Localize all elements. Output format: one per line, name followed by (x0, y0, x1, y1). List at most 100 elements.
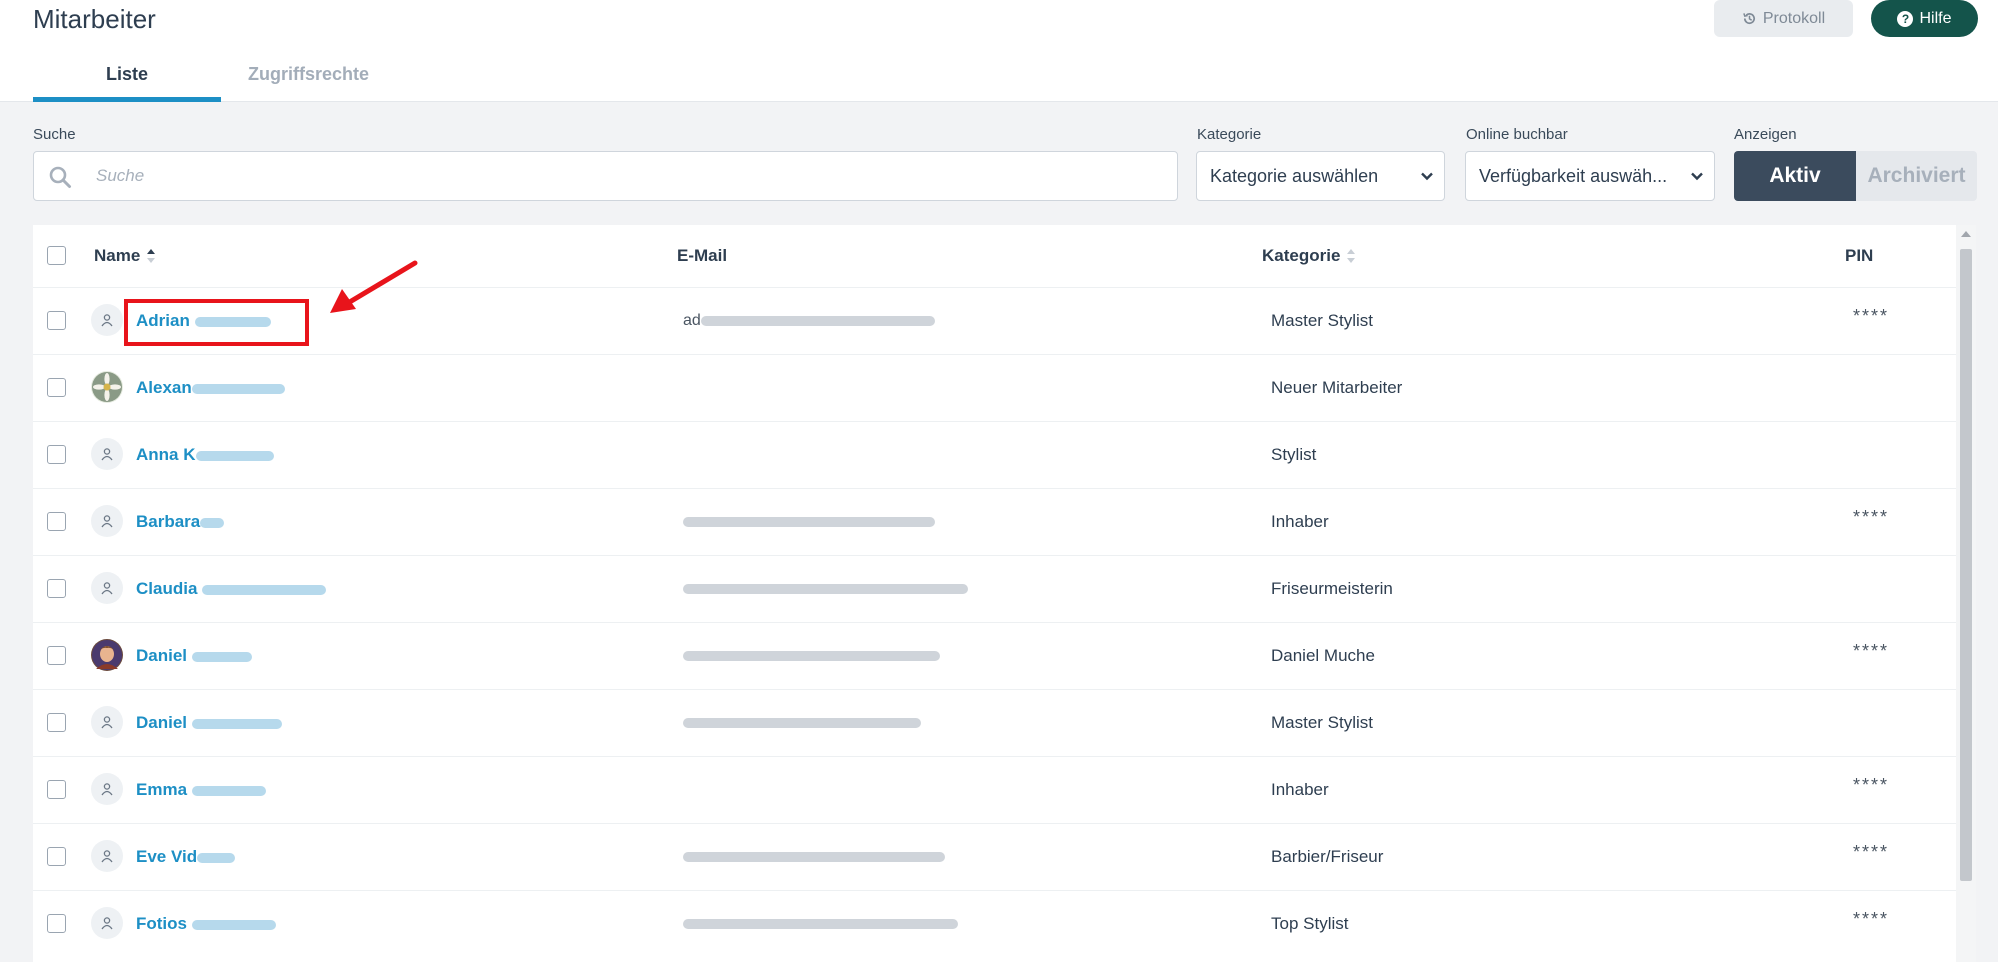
history-icon (1743, 13, 1755, 25)
table-row[interactable]: Alexan Neuer Mitarbeiter (33, 354, 1956, 421)
employee-name-link[interactable]: Alexan (136, 378, 285, 398)
user-icon (101, 850, 113, 863)
row-checkbox[interactable] (47, 579, 66, 598)
redacted-text (191, 651, 252, 662)
user-icon (101, 716, 113, 729)
online-buchbar-select-value: Verfügbarkeit auswäh... (1479, 165, 1668, 186)
column-header-kategorie[interactable]: Kategorie (1262, 246, 1356, 266)
redacted-text (683, 650, 940, 661)
row-checkbox[interactable] (47, 646, 66, 665)
kategorie-select[interactable]: Kategorie auswählen (1196, 151, 1445, 201)
scroll-thumb[interactable] (1960, 249, 1972, 881)
aktiv-toggle-button[interactable]: Aktiv (1734, 151, 1856, 201)
person-photo-icon (92, 640, 122, 670)
search-label: Suche (33, 126, 76, 143)
row-checkbox[interactable] (47, 780, 66, 799)
avatar (91, 840, 123, 872)
employee-name-link[interactable]: Claudia (136, 579, 327, 599)
top-bar: Mitarbeiter Protokoll ? Hilfe Liste Zugr… (0, 0, 1998, 102)
row-checkbox[interactable] (47, 512, 66, 531)
employee-pin: **** (1853, 909, 1890, 929)
employee-name-link[interactable]: Anna K (136, 445, 274, 465)
chevron-down-icon (1691, 172, 1703, 181)
hilfe-label: Hilfe (1919, 9, 1952, 27)
sort-icon (147, 249, 156, 263)
employee-name-link[interactable]: Daniel (136, 646, 252, 666)
table-row[interactable]: Emma Inhaber **** (33, 756, 1956, 823)
redacted-text (197, 852, 236, 863)
redacted-text (683, 516, 935, 527)
employee-name-text: Fotios (136, 914, 187, 933)
online-buchbar-select[interactable]: Verfügbarkeit auswäh... (1465, 151, 1715, 201)
table-row[interactable]: Eve Vid Barbier/Friseur **** (33, 823, 1956, 890)
table-row[interactable]: Fotios Top Stylist **** (33, 890, 1956, 957)
redacted-text (683, 851, 945, 862)
redacted-text (194, 316, 271, 327)
row-checkbox[interactable] (47, 445, 66, 464)
row-checkbox[interactable] (47, 311, 66, 330)
user-icon (101, 783, 113, 796)
employee-name-link[interactable]: Daniel (136, 713, 282, 733)
table-row[interactable]: Daniel Daniel Muche **** (33, 622, 1956, 689)
hilfe-button[interactable]: ? Hilfe (1871, 0, 1978, 37)
user-icon (101, 917, 113, 930)
employee-category: Daniel Muche (1271, 646, 1375, 665)
row-checkbox[interactable] (47, 847, 66, 866)
table-row[interactable]: Claudia Friseurmeisterin (33, 555, 1956, 622)
avatar (91, 572, 123, 604)
employee-table: Name E-Mail Kategorie PIN Adrian ad Mast… (33, 225, 1956, 962)
scroll-up-arrow[interactable] (1961, 231, 1971, 237)
employee-email (683, 513, 935, 531)
avatar (91, 438, 123, 470)
redacted-text (191, 919, 276, 930)
employee-email (683, 647, 940, 665)
employee-pin: **** (1853, 775, 1890, 795)
column-header-kategorie-label: Kategorie (1262, 246, 1341, 265)
table-row[interactable]: Anna K Stylist (33, 421, 1956, 488)
select-all-checkbox[interactable] (47, 246, 66, 265)
protokoll-label: Protokoll (1762, 9, 1826, 27)
archiviert-toggle-button[interactable]: Archiviert (1856, 151, 1977, 201)
employee-name-link[interactable]: Fotios (136, 914, 276, 934)
protokoll-button[interactable]: Protokoll (1714, 0, 1853, 37)
avatar-photo (91, 639, 123, 671)
employee-pin: **** (1853, 842, 1890, 862)
employee-name-text: Alexan (136, 378, 192, 397)
table-row[interactable]: Daniel Master Stylist (33, 689, 1956, 756)
kategorie-select-value: Kategorie auswählen (1210, 165, 1379, 186)
employee-category: Inhaber (1271, 780, 1329, 799)
employee-name-link[interactable]: Emma (136, 780, 266, 800)
question-icon: ? (1897, 10, 1914, 27)
employee-category: Friseurmeisterin (1271, 579, 1393, 598)
search-icon (49, 166, 71, 188)
avatar-photo (91, 371, 123, 403)
redacted-text (191, 718, 282, 729)
tab-liste[interactable]: Liste (33, 64, 221, 85)
column-header-pin: PIN (1845, 246, 1874, 265)
row-checkbox[interactable] (47, 378, 66, 397)
employee-name-link[interactable]: Barbara (136, 512, 225, 532)
redacted-text (195, 450, 274, 461)
row-checkbox[interactable] (47, 713, 66, 732)
tab-zugriffsrechte[interactable]: Zugriffsrechte (248, 64, 369, 85)
employee-email-text: ad (683, 312, 701, 329)
employee-category: Top Stylist (1271, 914, 1349, 933)
employee-email (683, 580, 968, 598)
table-row[interactable]: Barbara Inhaber **** (33, 488, 1956, 555)
avatar (91, 505, 123, 537)
anzeigen-label: Anzeigen (1734, 126, 1797, 143)
employee-pin: **** (1853, 306, 1890, 326)
employee-email (683, 714, 921, 732)
employee-name-link[interactable]: Adrian (136, 311, 271, 331)
row-checkbox[interactable] (47, 914, 66, 933)
column-header-name[interactable]: Name (94, 246, 156, 266)
search-input[interactable] (96, 153, 1166, 199)
redacted-text (683, 583, 968, 594)
column-header-email: E-Mail (677, 246, 728, 265)
employee-name-text: Daniel (136, 646, 188, 665)
employee-name-link[interactable]: Eve Vid (136, 847, 236, 867)
avatar (91, 773, 123, 805)
table-scrollbar[interactable] (1956, 225, 1976, 962)
employee-category: Neuer Mitarbeiter (1271, 378, 1403, 397)
employee-email: ad (683, 312, 935, 330)
